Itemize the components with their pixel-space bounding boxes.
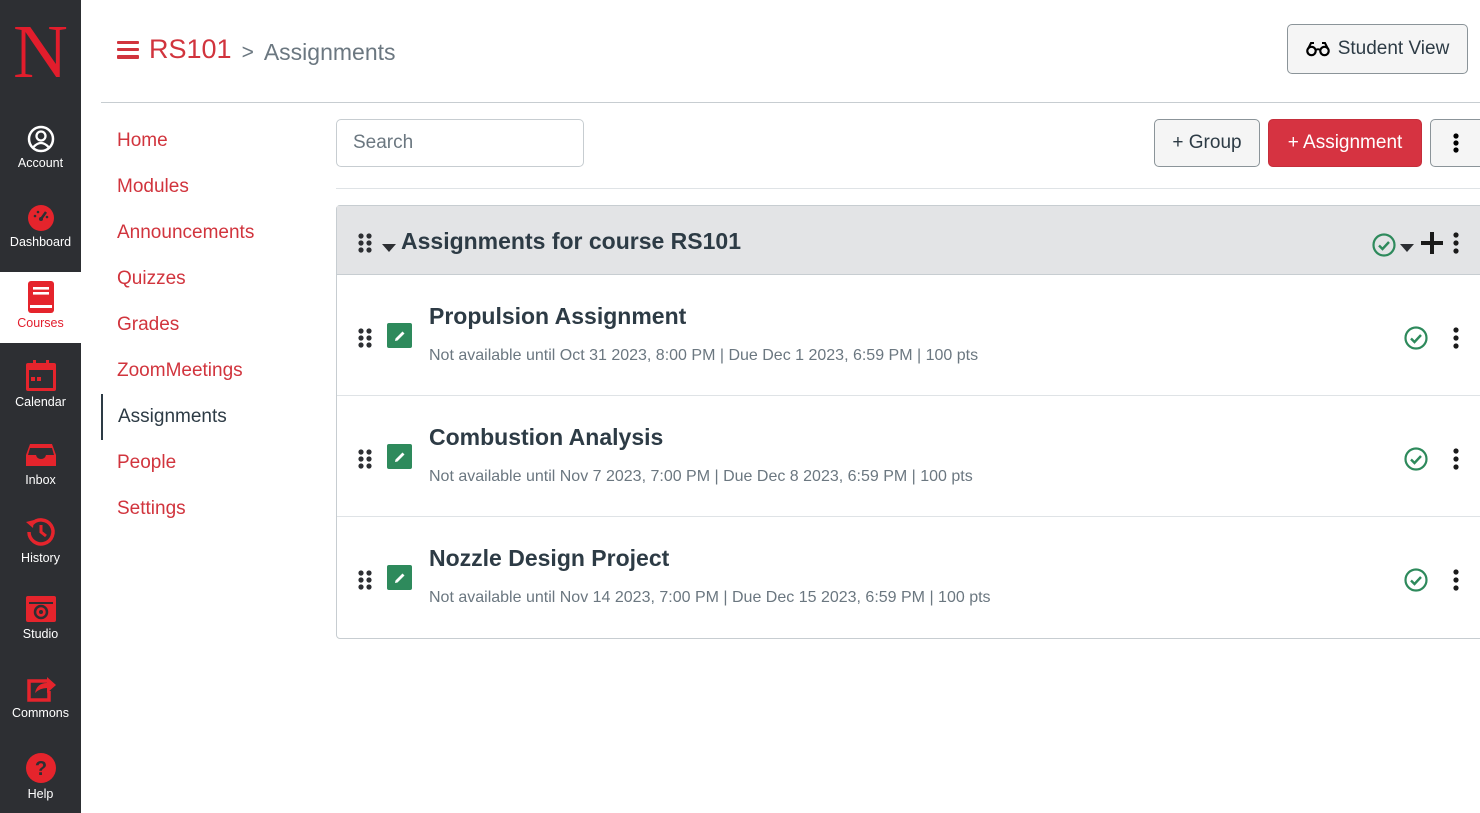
global-nav-help[interactable]: ? Help <box>0 752 81 801</box>
courses-icon <box>27 281 54 313</box>
course-nav-modules[interactable]: Modules <box>101 164 321 210</box>
assignment-row[interactable]: Nozzle Design Project Not available unti… <box>337 517 1480 638</box>
assignment-details: Not available until Nov 14 2023, 7:00 PM… <box>429 589 991 606</box>
kebab-menu-icon[interactable] <box>1453 232 1459 254</box>
global-nav-label: Studio <box>22 627 59 641</box>
drag-handle-icon[interactable] <box>358 328 373 348</box>
dashboard-icon <box>27 205 54 231</box>
assignment-icon <box>387 323 412 348</box>
published-check-icon[interactable] <box>1404 447 1428 471</box>
assignment-group-title: Assignments for course RS101 <box>401 228 742 254</box>
toolbar-divider <box>336 188 1480 189</box>
global-nav-label: Courses <box>17 316 64 330</box>
glasses-icon <box>1305 42 1330 57</box>
course-nav-settings[interactable]: Settings <box>101 486 321 532</box>
published-check-icon[interactable] <box>1404 568 1428 592</box>
drag-handle-icon[interactable] <box>358 449 373 469</box>
course-nav-quizzes[interactable]: Quizzes <box>101 256 321 302</box>
assignment-row[interactable]: Combustion Analysis Not available until … <box>337 396 1480 517</box>
kebab-menu-icon[interactable] <box>1453 569 1459 591</box>
global-nav-label: Help <box>27 787 54 801</box>
add-group-button[interactable]: + Group <box>1154 119 1260 167</box>
published-check-icon[interactable] <box>1404 326 1428 350</box>
drag-handle-icon[interactable] <box>358 570 373 590</box>
logo-letter: N <box>13 10 68 94</box>
kebab-menu-icon[interactable] <box>1453 448 1459 470</box>
assignment-title-link[interactable]: Combustion Analysis <box>429 424 663 451</box>
studio-icon <box>25 596 56 622</box>
course-nav-grades[interactable]: Grades <box>101 302 321 348</box>
inbox-icon <box>25 444 56 466</box>
more-options-button[interactable] <box>1430 119 1480 167</box>
student-view-label: Student View <box>1337 38 1450 59</box>
course-nav-people[interactable]: People <box>101 440 321 486</box>
global-nav-label: Commons <box>12 706 69 720</box>
assignment-group-header[interactable]: Assignments for course RS101 <box>337 206 1480 275</box>
published-check-icon[interactable] <box>1372 233 1396 257</box>
assignment-details: Not available until Nov 7 2023, 7:00 PM … <box>429 468 973 485</box>
global-nav-calendar[interactable]: Calendar <box>0 360 81 409</box>
global-nav-courses[interactable]: Courses <box>0 272 81 343</box>
student-view-button[interactable]: Student View <box>1287 24 1468 74</box>
global-nav-studio[interactable]: Studio <box>0 594 81 641</box>
add-assignment-button[interactable]: + Assignment <box>1268 119 1422 167</box>
global-nav-label: Calendar <box>15 395 66 409</box>
course-nav-assignments[interactable]: Assignments <box>101 394 321 440</box>
institution-logo[interactable]: N <box>0 0 81 102</box>
assignment-title-link[interactable]: Nozzle Design Project <box>429 545 669 572</box>
course-nav-home[interactable]: Home <box>101 118 321 164</box>
global-nav-account[interactable]: Account <box>0 125 81 170</box>
breadcrumb-current-page: Assignments <box>263 39 396 65</box>
global-navigation: N Account Dashboard Courses Calendar Inb… <box>0 0 81 813</box>
collapse-caret-icon[interactable] <box>382 244 396 252</box>
global-nav-label: Dashboard <box>9 235 72 249</box>
assignment-icon <box>387 444 412 469</box>
global-nav-label: History <box>21 551 60 565</box>
global-nav-inbox[interactable]: Inbox <box>0 442 81 487</box>
search-input[interactable] <box>336 119 584 167</box>
course-nav-announcements[interactable]: Announcements <box>101 210 321 256</box>
account-icon <box>27 125 54 153</box>
assignment-icon <box>387 565 412 590</box>
breadcrumb-course-link[interactable]: RS101 <box>149 34 232 65</box>
kebab-menu-icon <box>1453 133 1459 153</box>
global-nav-history[interactable]: History <box>0 516 81 565</box>
history-icon <box>25 518 55 546</box>
assignment-title-link[interactable]: Propulsion Assignment <box>429 303 686 330</box>
assignment-details: Not available until Oct 31 2023, 8:00 PM… <box>429 347 979 364</box>
calendar-icon <box>25 360 56 391</box>
kebab-menu-icon[interactable] <box>1453 327 1459 349</box>
breadcrumb: RS101 > Assignments <box>117 34 396 65</box>
help-icon: ? <box>25 753 56 783</box>
global-nav-label: Account <box>17 156 64 170</box>
status-caret-icon[interactable] <box>1400 244 1414 252</box>
commons-icon <box>26 677 56 702</box>
course-nav-zoommeetings[interactable]: ZoomMeetings <box>101 348 321 394</box>
assignment-group: Assignments for course RS101 Propulsion … <box>336 205 1480 639</box>
global-nav-dashboard[interactable]: Dashboard <box>0 204 81 249</box>
global-nav-commons[interactable]: Commons <box>0 673 81 720</box>
course-navigation: Home Modules Announcements Quizzes Grade… <box>101 118 321 532</box>
svg-text:?: ? <box>34 758 46 780</box>
breadcrumb-separator: > <box>241 40 254 64</box>
global-nav-label: Inbox <box>25 473 56 487</box>
page-header: RS101 > Assignments Student View <box>101 0 1480 103</box>
drag-handle-icon[interactable] <box>358 233 373 253</box>
add-icon[interactable] <box>1421 232 1443 254</box>
assignment-row[interactable]: Propulsion Assignment Not available unti… <box>337 275 1480 396</box>
hamburger-menu-icon[interactable] <box>117 40 139 59</box>
